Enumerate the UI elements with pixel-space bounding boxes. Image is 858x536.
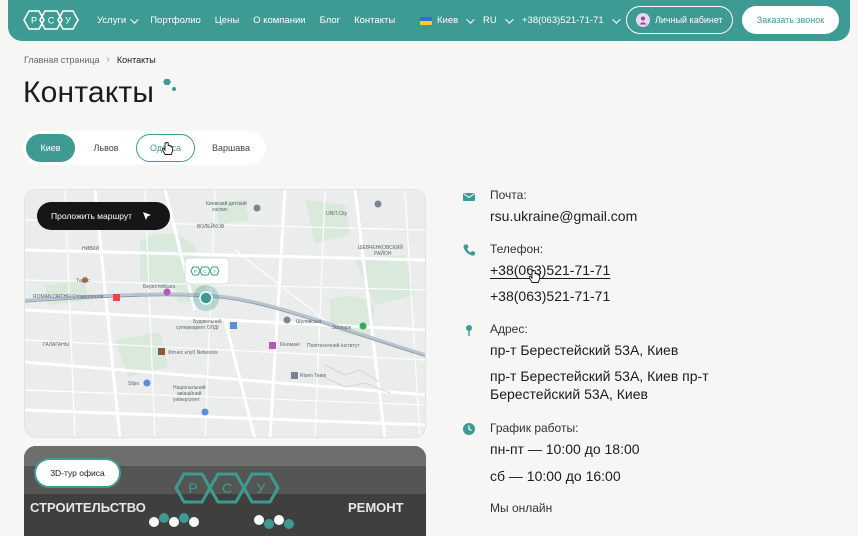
phone-2-link[interactable]: +38(063)521-71-71 (490, 288, 610, 304)
breadcrumb: Главная страница › Контакты (24, 54, 156, 65)
logo-letter: С (48, 16, 55, 26)
hand-cursor-icon (162, 142, 174, 155)
city-label: Киев (437, 15, 459, 26)
city-tabs: Киев Львов Одесса Варшава (23, 131, 266, 165)
nav-label: Услуги (97, 15, 127, 26)
chevron-down-icon (130, 14, 139, 24)
map-label: Політехнічний інститут (307, 343, 360, 349)
map-label: НИВКИ (82, 246, 100, 252)
tab-kyiv[interactable]: Киев (26, 134, 75, 162)
clock-icon (463, 423, 475, 435)
sign-letter: У (257, 480, 266, 496)
order-call-button[interactable]: Заказать звонок (742, 6, 839, 34)
header-phone[interactable]: +38(063)521-71-71 (522, 0, 621, 41)
map-label: Шулявська (296, 319, 322, 325)
address-2-line2: Берестейский 53А, Киев (490, 386, 648, 402)
ukraine-flag-icon (420, 16, 432, 25)
language-selector[interactable]: RU (483, 0, 514, 41)
chevron-down-icon (611, 14, 621, 24)
map-label: хоспис (212, 207, 228, 213)
marker-letter: Р (194, 269, 197, 275)
map-label: РАЙОН (374, 251, 392, 257)
mail-label: Почта: (490, 188, 527, 202)
mail-icon (463, 193, 475, 201)
chevron-down-icon (504, 14, 514, 24)
nav-item-services[interactable]: Услуги (97, 14, 139, 26)
map-label: Берестейська (143, 284, 176, 290)
user-avatar-icon (636, 13, 650, 27)
office-3d-tour-button[interactable]: 3D-тур офиса (34, 458, 121, 488)
rsu-logo[interactable]: Р С У (22, 7, 80, 33)
nav-item-blog[interactable]: Блог (320, 15, 341, 26)
phone-icon (463, 244, 475, 256)
map-label: Risen Team (300, 373, 327, 379)
tab-warsaw[interactable]: Варшава (199, 134, 263, 162)
decorative-dots-icon (163, 79, 176, 91)
map-label: Фітнес клуб Networks (168, 350, 218, 356)
phone-label: Телефон: (490, 242, 544, 256)
personal-cabinet-button[interactable]: Личный кабинет (626, 6, 733, 34)
mail-value[interactable]: rsu.ukraine@gmail.com (490, 208, 637, 224)
sign-text: СТРОИТЕЛЬСТВО (30, 500, 146, 515)
address-2-line1: пр-т Берестейский 53А, Киев пр-т (490, 368, 709, 384)
route-label: Проложить маршрут (51, 211, 133, 221)
build-route-button[interactable]: Проложить маршрут (37, 202, 170, 230)
city-selector[interactable]: Киев (420, 0, 475, 41)
map-label: ROMAN ORTHO Стоматологія (33, 294, 104, 300)
map-label: Silpo (128, 381, 140, 387)
address-label: Адрес: (490, 322, 528, 336)
phone-1-link[interactable]: +38(063)521-71-71 (490, 262, 610, 278)
hours-label: График работы: (490, 421, 579, 435)
cabinet-label: Личный кабинет (655, 15, 723, 25)
nav-item-about[interactable]: О компании (253, 15, 305, 26)
sign-text: РЕМОНТ (348, 500, 404, 515)
logo-letter: Р (31, 16, 37, 26)
hand-cursor-icon (529, 270, 541, 283)
map-label: супермаркет ОЛДІ (176, 325, 219, 331)
site-header: Р С У Услуги Портфолио Цены О компании Б… (8, 0, 850, 41)
breadcrumb-current: Контакты (116, 54, 156, 65)
map-label: університет (173, 397, 200, 403)
tab-lviv[interactable]: Львов (79, 134, 133, 162)
office-map[interactable]: Р С У Киевский детский хоспис ВОЛЕЙКОВ U… (24, 189, 426, 438)
nav-item-portfolio[interactable]: Портфолио (150, 15, 201, 26)
location-pin-icon (466, 325, 472, 336)
map-label: UNIT.City (326, 211, 348, 217)
logo-letter: У (65, 16, 71, 26)
online-label: Мы онлайн (490, 501, 553, 515)
map-label: Кіномані (280, 342, 300, 348)
chevron-down-icon (466, 14, 475, 24)
map-label: ГАЛАГАНЫ (43, 342, 70, 348)
sign-letter: Р (188, 480, 197, 496)
map-label: ВОЛЕЙКОВ (197, 224, 225, 230)
chevron-right-icon: › (106, 54, 110, 65)
nav-item-prices[interactable]: Цены (215, 15, 239, 26)
office-photo: Р С У СТРОИТЕЛЬСТВО РЕМОНТ 3D-тур офиса (24, 446, 426, 536)
hours-saturday: сб — 10:00 до 16:00 (490, 468, 621, 484)
navigation-arrow-icon (143, 212, 152, 220)
header-phone-label: +38(063)521-71-71 (522, 15, 604, 26)
sign-letter: С (222, 480, 232, 496)
map-label: Зоопарк (332, 325, 352, 331)
marker-letter: С (203, 269, 207, 275)
page-title: Контакты (23, 76, 155, 109)
hours-weekdays: пн-пт — 10:00 до 18:00 (490, 441, 640, 457)
main-nav: Услуги Портфолио Цены О компании Блог Ко… (97, 0, 409, 41)
address-1: пр-т Берестейский 53А, Киев (490, 342, 679, 358)
map-label: Тарас (76, 278, 90, 284)
nav-item-contacts[interactable]: Контакты (354, 15, 395, 26)
language-label: RU (483, 15, 497, 26)
breadcrumb-home-link[interactable]: Главная страница (24, 55, 100, 65)
